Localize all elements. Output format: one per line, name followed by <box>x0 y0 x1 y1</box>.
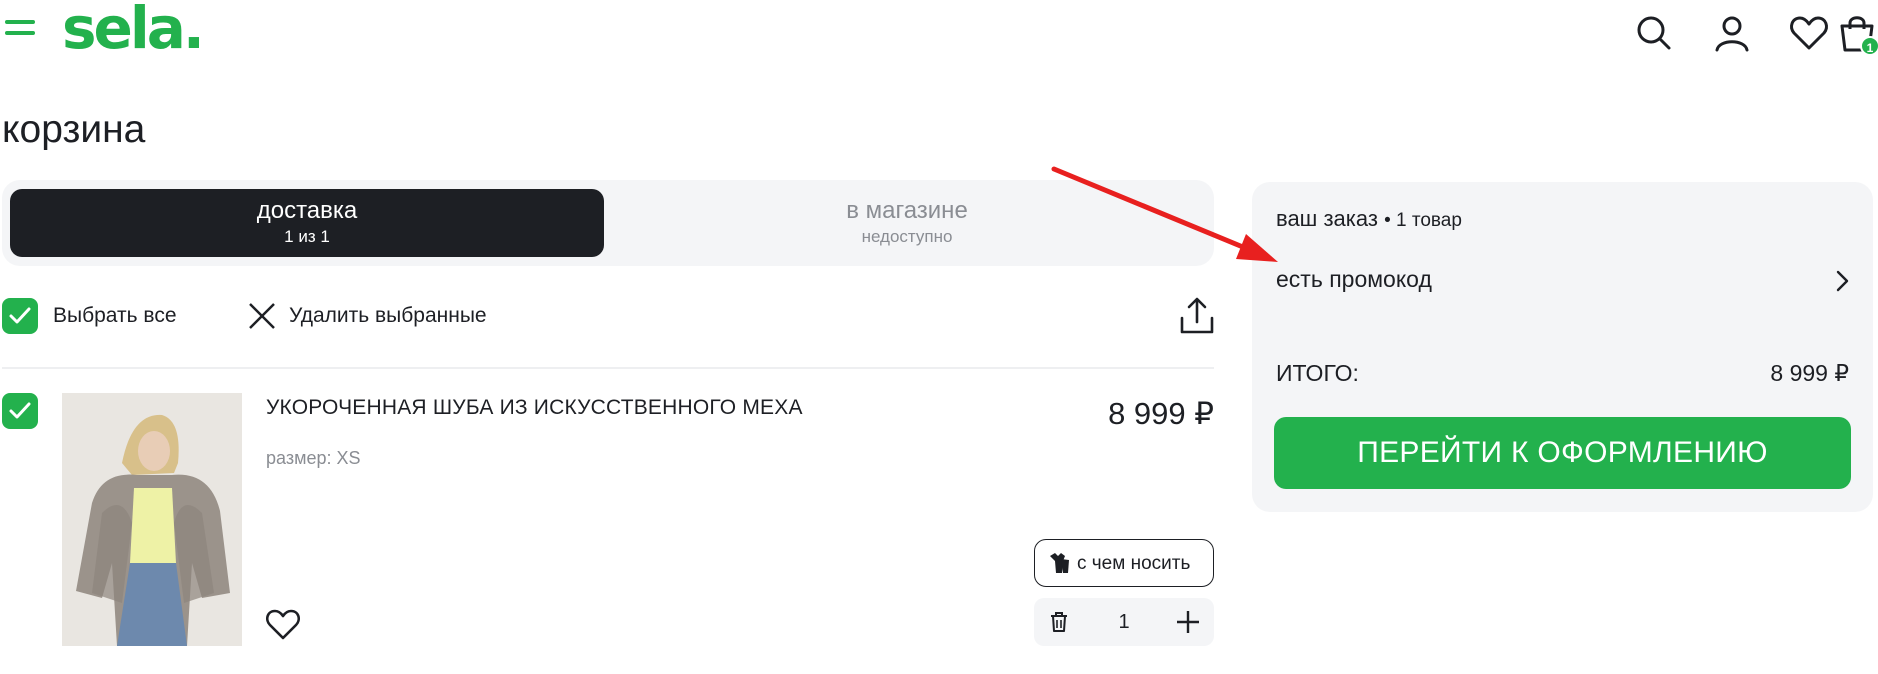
product-checkbox[interactable] <box>2 393 38 429</box>
cart-icon[interactable]: 1 <box>1836 12 1878 56</box>
heart-icon[interactable] <box>1788 12 1830 54</box>
menu-icon[interactable] <box>5 20 35 40</box>
tab-delivery[interactable]: доставка 1 из 1 <box>10 189 604 257</box>
chevron-right-icon <box>1836 270 1849 292</box>
share-icon[interactable] <box>1178 296 1216 336</box>
product-price: 8 999 ₽ <box>1108 396 1214 431</box>
tab-in-store-sub: недоступно <box>861 227 953 246</box>
logo[interactable]: sela. <box>62 0 205 62</box>
select-row: Выбрать все Удалить выбранные <box>2 296 1216 336</box>
delivery-tabs: доставка 1 из 1 в магазине недоступно <box>2 180 1214 266</box>
tab-delivery-label: доставка <box>256 197 358 224</box>
tab-delivery-sub: 1 из 1 <box>284 227 330 246</box>
order-count: • 1 товар <box>1384 210 1462 231</box>
delete-selected-button[interactable]: Удалить выбранные <box>289 304 487 328</box>
what-to-wear-button[interactable]: с чем носить <box>1034 539 1214 587</box>
tab-in-store-label: в магазине <box>846 197 968 224</box>
divider <box>2 367 1214 369</box>
order-title-label: ваш заказ <box>1276 206 1378 231</box>
order-title: ваш заказ • 1 товар <box>1276 206 1462 232</box>
total-label: ИТОГО: <box>1276 360 1359 386</box>
favorite-heart-icon[interactable] <box>265 607 301 641</box>
checkmark-icon <box>9 402 31 419</box>
order-summary: ваш заказ • 1 товар есть промокод ИТОГО:… <box>1252 182 1873 512</box>
close-icon[interactable] <box>246 300 278 332</box>
search-icon[interactable] <box>1633 12 1675 54</box>
promo-code-label: есть промокод <box>1276 266 1432 292</box>
select-all-checkbox[interactable] <box>2 298 38 334</box>
total-value: 8 999 ₽ <box>1770 360 1849 386</box>
plus-icon[interactable] <box>1174 608 1202 636</box>
user-icon[interactable] <box>1711 12 1753 54</box>
promo-code-row[interactable]: есть промокод <box>1276 262 1853 302</box>
checkout-button[interactable]: ПЕРЕЙТИ К ОФОРМЛЕНИЮ <box>1274 417 1851 489</box>
checkmark-icon <box>9 307 31 324</box>
outfit-icon <box>1050 553 1069 573</box>
cart-badge: 1 <box>1860 36 1878 56</box>
product-image[interactable] <box>62 393 242 646</box>
select-all-label[interactable]: Выбрать все <box>53 304 177 328</box>
tab-in-store[interactable]: в магазине недоступно <box>604 189 1210 257</box>
product-size: размер: XS <box>266 448 361 468</box>
what-to-wear-label: с чем носить <box>1077 553 1191 574</box>
page-title: корзина <box>2 108 146 151</box>
quantity-stepper: 1 <box>1034 598 1214 646</box>
product-name[interactable]: УКОРОЧЕННАЯ ШУБА ИЗ ИСКУССТВЕННОГО МЕХА <box>266 396 803 420</box>
header-icons: 1 <box>1578 12 1878 62</box>
